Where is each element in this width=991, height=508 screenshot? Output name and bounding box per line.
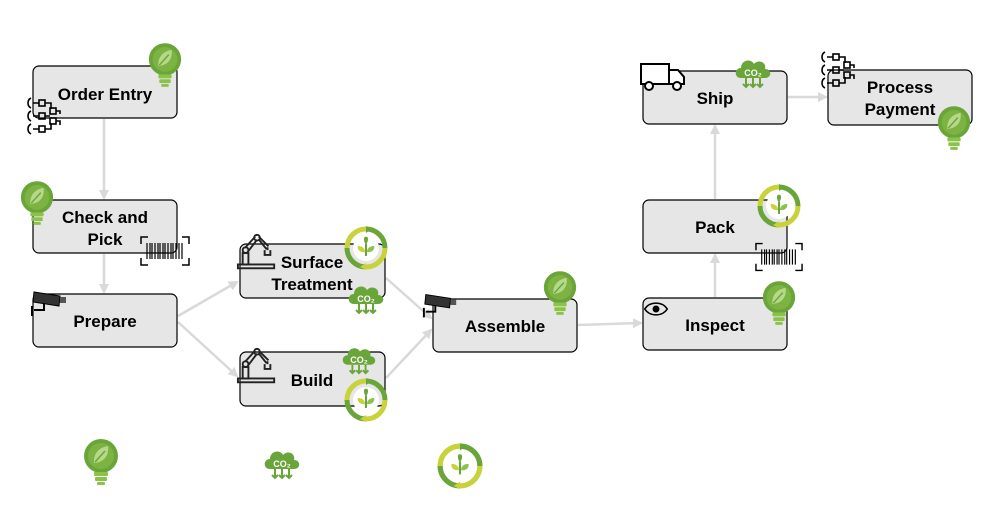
node-label: Inspect: [685, 316, 745, 335]
node-label: Prepare: [73, 312, 136, 331]
process-diagram: Order Entry Check and Pick Prepare Surfa…: [20, 42, 973, 508]
edge-prepare-to-build: [177, 321, 239, 378]
edge-build-to-assemble: [385, 328, 433, 379]
node-label: Order Entry: [58, 85, 153, 104]
node-label: Ship: [697, 89, 734, 108]
node-label: Check and: [62, 208, 148, 227]
co2-label: CO₂: [744, 68, 762, 78]
node-label: Process: [867, 78, 933, 97]
node-label: Pack: [695, 218, 735, 237]
co2-label: CO₂: [357, 294, 375, 304]
legend-recycle-leaf-icon: [440, 443, 480, 489]
co2-label: CO₂: [350, 355, 368, 365]
node-pack[interactable]: Pack: [642, 199, 788, 254]
node-label: Surface: [281, 253, 343, 272]
node-label: Payment: [865, 100, 936, 119]
node-label: Assemble: [465, 317, 545, 336]
legend-bulb-leaf-icon: [83, 438, 119, 486]
edge-prepare-to-surface: [177, 280, 239, 318]
node-label: Pick: [88, 230, 124, 249]
node-order-entry[interactable]: Order Entry: [32, 65, 178, 119]
edge-assemble-to-inspect: [577, 318, 643, 329]
bulb-leaf-icon: [937, 105, 971, 151]
legend-co2-label: CO₂: [273, 459, 291, 469]
node-label: Treatment: [271, 275, 353, 294]
node-label: Build: [291, 371, 334, 390]
node-assemble[interactable]: Assemble: [432, 298, 578, 353]
